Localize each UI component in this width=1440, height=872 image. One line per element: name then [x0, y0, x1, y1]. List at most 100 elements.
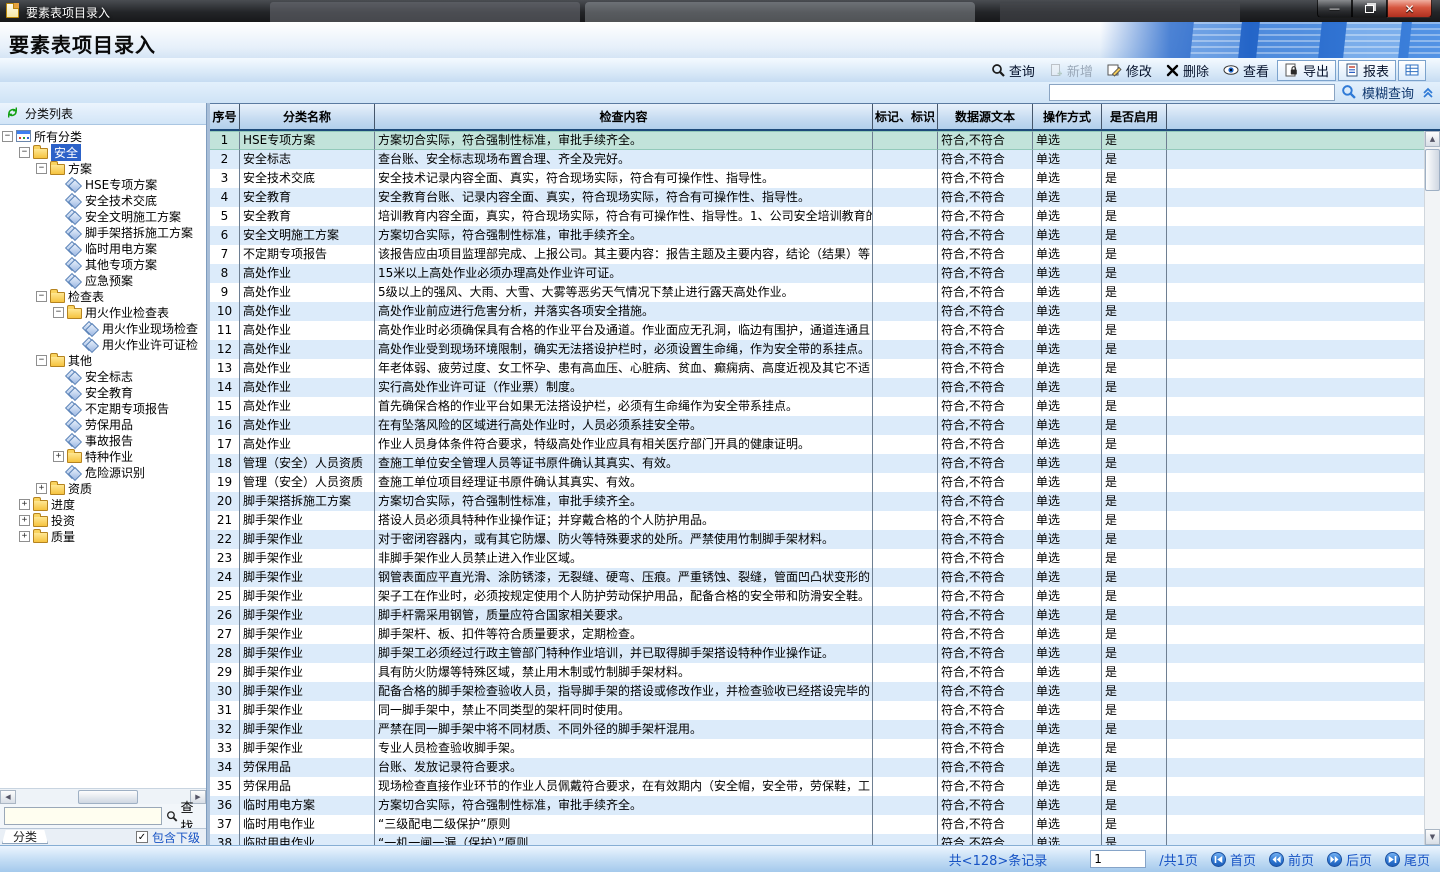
expand-node-icon[interactable]: +: [53, 451, 64, 462]
table-row[interactable]: 18管理（安全）人员资质查施工单位安全管理人员等证书原件确认其真实、有效。符合,…: [210, 454, 1440, 473]
table-row[interactable]: 28脚手架作业脚手架工必须经过行政主管部门特种作业培训，并已取得脚手架搭设特种作…: [210, 644, 1440, 663]
tree-search-input[interactable]: [4, 807, 162, 825]
tree-item[interactable]: HSE专项方案: [0, 176, 206, 192]
include-sublevel-checkbox[interactable]: ✓: [136, 831, 148, 843]
tree-item[interactable]: 危险源识别: [0, 464, 206, 480]
table-row[interactable]: 31脚手架作业同一脚手架中，禁止不同类型的架杆同时使用。符合,不符合单选是: [210, 701, 1440, 720]
fuzzy-search-icon[interactable]: [1341, 84, 1356, 102]
restore-button[interactable]: [1352, 0, 1387, 18]
expand-node-icon[interactable]: +: [19, 499, 30, 510]
column-header-content[interactable]: 检查内容: [375, 104, 873, 131]
expand-node-icon[interactable]: +: [36, 483, 47, 494]
table-row[interactable]: 32脚手架作业严禁在同一脚手架中将不同材质、不同外径的脚手架杆混用。符合,不符合…: [210, 720, 1440, 739]
expand-node-icon[interactable]: +: [19, 515, 30, 526]
scroll-down-icon[interactable]: ▼: [1425, 829, 1440, 845]
tree-item[interactable]: −方案: [0, 160, 206, 176]
导出-button[interactable]: 导出: [1277, 60, 1336, 81]
tree-item[interactable]: 应急预案: [0, 272, 206, 288]
fuzzy-query-label[interactable]: 模糊查询: [1362, 83, 1414, 102]
table-row[interactable]: 22脚手架作业对于密闭容器内，或有其它防爆、防火等特殊要求的处所。严禁使用竹制脚…: [210, 530, 1440, 549]
table-row[interactable]: 21脚手架作业搭设人员必须具特种作业操作证；并穿戴合格的个人防护用品。符合,不符…: [210, 511, 1440, 530]
table-row[interactable]: 10高处作业高处作业前应进行危害分析，并落实各项安全措施。符合,不符合单选是: [210, 302, 1440, 321]
新增-button[interactable]: 新增: [1043, 60, 1099, 81]
collapse-node-icon[interactable]: −: [36, 355, 47, 366]
query-input[interactable]: [1049, 84, 1335, 101]
scrollbar-thumb[interactable]: [78, 790, 138, 804]
table-row[interactable]: 19管理（安全）人员资质查施工单位项目经理证书原件确认其真实、有效。符合,不符合…: [210, 473, 1440, 492]
tree-item[interactable]: −用火作业检查表: [0, 304, 206, 320]
table-row[interactable]: 24脚手架作业钢管表面应平直光滑、涂防锈漆，无裂缝、硬弯、压痕。严重锈蚀、裂缝，…: [210, 568, 1440, 587]
column-header-source[interactable]: 数据源文本: [938, 104, 1033, 131]
close-button[interactable]: ✕: [1387, 0, 1432, 18]
first-page-button[interactable]: 首页: [1211, 850, 1256, 869]
table-row[interactable]: 26脚手架作业脚手杆需采用钢管，质量应符合国家相关要求。符合,不符合单选是: [210, 606, 1440, 625]
tree-item[interactable]: 用火作业许可证检: [0, 336, 206, 352]
tree-item[interactable]: −安全: [0, 144, 206, 160]
table-row[interactable]: 12高处作业高处作业受到现场环境限制，确实无法搭设护栏时，必须设置生命绳，作为安…: [210, 340, 1440, 359]
tree-item[interactable]: +特种作业: [0, 448, 206, 464]
scrollbar-thumb[interactable]: [1425, 149, 1440, 191]
table-row[interactable]: 25脚手架作业架子工在作业时，必须按规定使用个人防护劳动保护用品，配备合格的安全…: [210, 587, 1440, 606]
table-row[interactable]: 3安全技术交底安全技术记录内容全面、真实，符合现场实际，符合有可操作性、指导性。…: [210, 169, 1440, 188]
tree-item[interactable]: +进度: [0, 496, 206, 512]
tree-item[interactable]: 安全文明施工方案: [0, 208, 206, 224]
columns-button[interactable]: [1398, 60, 1426, 81]
table-row[interactable]: 33脚手架作业专业人员检查验收脚手架。符合,不符合单选是: [210, 739, 1440, 758]
tree-item[interactable]: +资质: [0, 480, 206, 496]
column-header-category[interactable]: 分类名称: [240, 104, 375, 131]
page-number-input[interactable]: [1090, 850, 1146, 868]
table-row[interactable]: 29脚手架作业具有防火防爆等特殊区域，禁止用木制或竹制脚手架材料。符合,不符合单…: [210, 663, 1440, 682]
table-row[interactable]: 5安全教育培训教育内容全面，真实，符合现场实际，符合有可操作性、指导性。1、公司…: [210, 207, 1440, 226]
tree-item[interactable]: −其他: [0, 352, 206, 368]
table-row[interactable]: 23脚手架作业非脚手架作业人员禁止进入作业区域。符合,不符合单选是: [210, 549, 1440, 568]
table-row[interactable]: 6安全文明施工方案方案切合实际，符合强制性标准，审批手续齐全。符合,不符合单选是: [210, 226, 1440, 245]
last-page-button[interactable]: 尾页: [1385, 850, 1430, 869]
tree-item[interactable]: 安全教育: [0, 384, 206, 400]
报表-button[interactable]: 报表: [1338, 60, 1396, 81]
collapse-node-icon[interactable]: −: [53, 307, 64, 318]
tree-item[interactable]: 其他专项方案: [0, 256, 206, 272]
tree-item[interactable]: 临时用电方案: [0, 240, 206, 256]
collapse-node-icon[interactable]: −: [2, 131, 13, 142]
tree-item[interactable]: −检查表: [0, 288, 206, 304]
next-page-button[interactable]: 后页: [1327, 850, 1372, 869]
table-row[interactable]: 20脚手架搭拆施工方案方案切合实际，符合强制性标准，审批手续齐全。符合,不符合单…: [210, 492, 1440, 511]
tree-item[interactable]: 安全标志: [0, 368, 206, 384]
tree-item[interactable]: 用火作业现场检查: [0, 320, 206, 336]
column-header-mark[interactable]: 标记、标识: [873, 104, 938, 131]
table-row[interactable]: 13高处作业年老体弱、疲劳过度、女工怀孕、患有高血压、心脏病、贫血、癫痫病、高度…: [210, 359, 1440, 378]
查询-button[interactable]: 查询: [985, 60, 1041, 81]
table-row[interactable]: 15高处作业首先确保合格的作业平台如果无法搭设护栏，必须有生命绳作为安全带系挂点…: [210, 397, 1440, 416]
table-row[interactable]: 8高处作业15米以上高处作业必须办理高处作业许可证。符合,不符合单选是: [210, 264, 1440, 283]
table-row[interactable]: 9高处作业5级以上的强风、大雨、大雪、大雾等恶劣天气情况下禁止进行露天高处作业。…: [210, 283, 1440, 302]
tree-item[interactable]: 脚手架搭拆施工方案: [0, 224, 206, 240]
table-row[interactable]: 17高处作业作业人员身体条件符合要求，特级高处作业应具有相关医疗部门开具的健康证…: [210, 435, 1440, 454]
table-row[interactable]: 11高处作业高处作业时必须确保具有合格的作业平台及通道。作业面应无孔洞，临边有围…: [210, 321, 1440, 340]
scroll-up-icon[interactable]: ▲: [1425, 131, 1440, 147]
table-row[interactable]: 27脚手架作业脚手架杆、板、扣件等符合质量要求，定期检查。符合,不符合单选是: [210, 625, 1440, 644]
table-row[interactable]: 1HSE专项方案方案切合实际，符合强制性标准，审批手续齐全。符合,不符合单选是: [210, 131, 1440, 150]
table-row[interactable]: 35劳保用品现场检查直接作业环节的作业人员佩戴符合要求，在有效期内（安全帽，安全…: [210, 777, 1440, 796]
tab-category[interactable]: 分类: [2, 830, 48, 844]
table-row[interactable]: 2安全标志查台账、安全标志现场布置合理、齐全及完好。符合,不符合单选是: [210, 150, 1440, 169]
tree-item[interactable]: 安全技术交底: [0, 192, 206, 208]
collapse-node-icon[interactable]: −: [36, 163, 47, 174]
查看-button[interactable]: 查看: [1217, 60, 1275, 81]
table-row[interactable]: 38临时用电作业“一机一闸一漏（保护）”原则符合,不符合单选是: [210, 834, 1440, 845]
prev-page-button[interactable]: 前页: [1269, 850, 1314, 869]
table-row[interactable]: 30脚手架作业配备合格的脚手架检查验收人员，指导脚手架的搭设或修改作业，并检查验…: [210, 682, 1440, 701]
table-row[interactable]: 14高处作业实行高处作业许可证（作业票）制度。符合,不符合单选是: [210, 378, 1440, 397]
table-row[interactable]: 4安全教育安全教育台账、记录内容全面、真实，符合现场实际，符合有可操作性、指导性…: [210, 188, 1440, 207]
table-row[interactable]: 16高处作业在有坠落风险的区域进行高处作业时，人员必须系挂安全带。符合,不符合单…: [210, 416, 1440, 435]
tree-item[interactable]: 劳保用品: [0, 416, 206, 432]
collapse-node-icon[interactable]: −: [36, 291, 47, 302]
tree-item[interactable]: −所有分类: [0, 128, 206, 144]
column-header-no[interactable]: 序号: [210, 104, 240, 131]
table-row[interactable]: 37临时用电作业“三级配电二级保护”原则符合,不符合单选是: [210, 815, 1440, 834]
column-header-mode[interactable]: 操作方式: [1033, 104, 1102, 131]
table-row[interactable]: 36临时用电方案方案切合实际，符合强制性标准，审批手续齐全。符合,不符合单选是: [210, 796, 1440, 815]
tree-item[interactable]: 不定期专项报告: [0, 400, 206, 416]
refresh-icon[interactable]: [6, 106, 19, 122]
table-row[interactable]: 34劳保用品台账、发放记录符合要求。符合,不符合单选是: [210, 758, 1440, 777]
tree-item[interactable]: +质量: [0, 528, 206, 544]
